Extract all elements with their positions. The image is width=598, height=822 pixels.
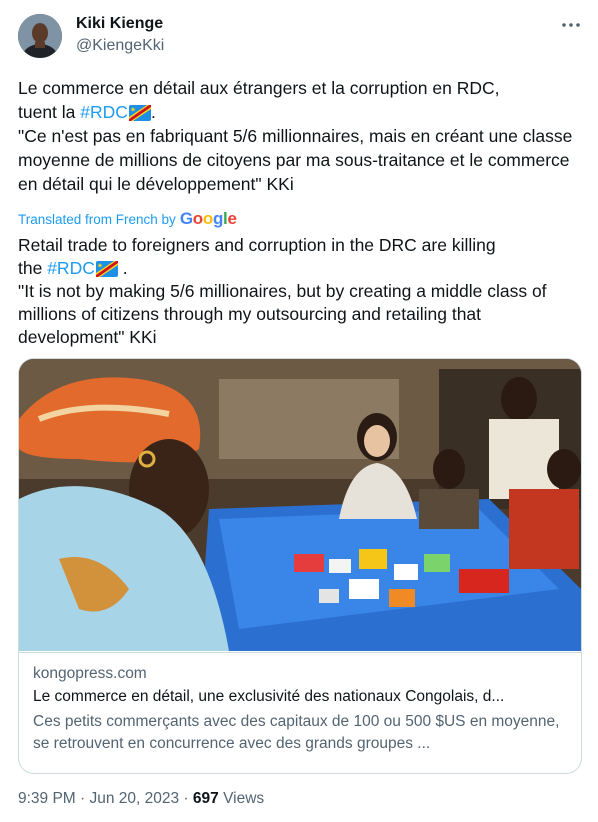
link-card-description: Ces petits commerçants avec des capitaux… [33, 713, 560, 752]
tweet-timestamp[interactable]: 9:39 PM · Jun 20, 2023 · [18, 790, 193, 807]
tweet-text: Le commerce en détail aux étrangers et l… [18, 76, 582, 196]
hashtag-link[interactable]: #RDC [47, 258, 95, 278]
author-name[interactable]: Kiki Kienge [76, 14, 163, 34]
google-logo: Google [179, 209, 237, 228]
translated-text: Translated from French by [18, 211, 176, 227]
tweet-line-1: Le commerce en détail aux étrangers et l… [18, 78, 500, 98]
tweet-meta: 9:39 PM · Jun 20, 2023 · 697 Views [18, 790, 264, 808]
translation-text: Retail trade to foreigners and corruptio… [18, 234, 582, 349]
drc-flag-icon [128, 103, 151, 121]
translation-line-2: the #RDC . [18, 258, 128, 278]
link-card-image[interactable] [19, 359, 581, 651]
views-label: Views [218, 790, 265, 807]
drc-flag-icon [95, 260, 118, 277]
tweet-header: Kiki Kienge @KiengeKki [18, 12, 582, 60]
translation-line-1: Retail trade to foreigners and corruptio… [18, 235, 496, 255]
more-dots-icon[interactable] [560, 14, 582, 36]
link-card[interactable]: kongopress.com Le commerce en détail, un… [18, 358, 582, 774]
views-count: 697 [192, 790, 219, 807]
tweet-quote: "Ce n'est pas en fabriquant 5/6 millionn… [18, 126, 573, 194]
author-handle[interactable]: @KiengeKki [76, 36, 164, 56]
avatar[interactable] [18, 14, 62, 58]
link-card-domain: kongopress.com [33, 665, 147, 682]
tweet-period: . [150, 102, 156, 122]
link-card-title: Le commerce en détail, une exclusivité d… [33, 688, 505, 705]
translation-quote: "It is not by making 5/6 millionaires, b… [18, 281, 547, 347]
translated-label[interactable]: Translated from French by Google [18, 208, 237, 230]
hashtag-link[interactable]: #RDC [80, 102, 128, 122]
tweet-tuent: tuent la [18, 102, 81, 122]
link-card-body[interactable]: kongopress.com Le commerce en détail, un… [19, 652, 581, 773]
tweet-line-2: tuent la #RDC. [18, 100, 582, 124]
